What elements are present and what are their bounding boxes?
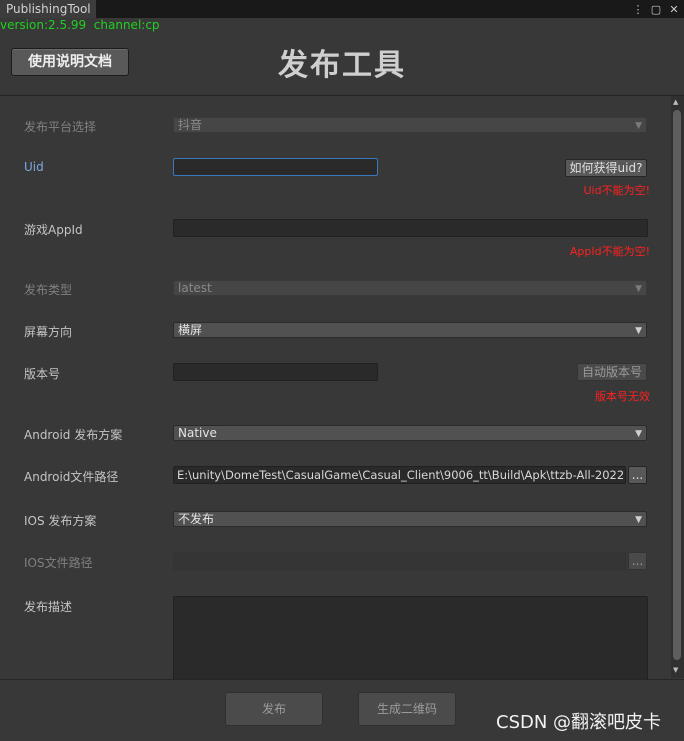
watermark: CSDN @翻滚吧皮卡 (496, 712, 662, 733)
appid-error: AppId不能为空! (569, 245, 650, 258)
appid-input[interactable] (173, 219, 648, 237)
scrollbar-thumb[interactable] (673, 110, 681, 660)
ios-path-label: IOS文件路径 (24, 556, 93, 570)
ios-plan-dropdown[interactable]: 不发布 ▼ (173, 511, 647, 527)
android-plan-dropdown[interactable]: Native ▼ (173, 425, 647, 441)
header-divider (0, 95, 684, 96)
qrcode-button[interactable]: 生成二维码 (358, 692, 456, 726)
description-textarea[interactable] (173, 596, 648, 686)
page-title: 发布工具 (278, 48, 406, 83)
orientation-dropdown[interactable]: 横屏 ▼ (173, 322, 647, 338)
uid-input[interactable] (173, 158, 378, 176)
orientation-label: 屏幕方向 (24, 325, 73, 339)
ios-plan-value: 不发布 (178, 512, 215, 526)
android-path-browse-button[interactable]: ... (628, 466, 647, 484)
close-icon[interactable]: ✕ (668, 3, 680, 16)
dropdown-arrow-icon: ▼ (635, 284, 642, 294)
platform-label: 发布平台选择 (24, 120, 97, 134)
how-to-get-uid-button[interactable]: 如何获得uid? (565, 159, 647, 177)
android-plan-label: Android 发布方案 (24, 428, 123, 442)
scroll-down-icon[interactable]: ▼ (673, 666, 678, 674)
version-no-label: 版本号 (24, 367, 61, 381)
appid-label: 游戏AppId (24, 223, 83, 237)
android-path-input[interactable]: E:\unity\DomeTest\CasualGame\Casual_Clie… (173, 466, 626, 484)
tab-publishing-tool[interactable]: PublishingTool (0, 0, 96, 18)
dropdown-arrow-icon: ▼ (635, 326, 642, 336)
uid-label: Uid (24, 160, 44, 174)
android-plan-value: Native (178, 426, 217, 440)
doc-button[interactable]: 使用说明文档 (11, 48, 129, 76)
version-no-input[interactable] (173, 363, 378, 381)
ios-plan-label: IOS 发布方案 (24, 514, 97, 528)
publish-button[interactable]: 发布 (225, 692, 323, 726)
uid-error: Uid不能为空! (583, 184, 651, 197)
publish-type-dropdown[interactable]: latest ▼ (173, 280, 647, 296)
auto-version-button[interactable]: 自动版本号 (577, 363, 647, 381)
orientation-value: 横屏 (178, 323, 203, 337)
publish-type-value: latest (178, 281, 212, 295)
dropdown-arrow-icon: ▼ (635, 515, 642, 525)
maximize-icon[interactable]: ▢ (650, 3, 662, 16)
scroll-up-icon[interactable]: ▲ (673, 98, 678, 106)
window-controls: ⋮ ▢ ✕ (632, 0, 680, 18)
publish-type-label: 发布类型 (24, 283, 73, 297)
ios-path-browse-button[interactable]: ... (628, 552, 647, 570)
dropdown-arrow-icon: ▼ (635, 121, 642, 131)
dropdown-arrow-icon: ▼ (635, 429, 642, 439)
platform-value: 抖音 (178, 118, 203, 132)
ios-path-input[interactable] (173, 552, 626, 570)
tab-bar: PublishingTool ⋮ ▢ ✕ (0, 0, 684, 18)
platform-dropdown[interactable]: 抖音 ▼ (173, 117, 647, 133)
version-no-error: 版本号无效 (595, 390, 650, 403)
description-label: 发布描述 (24, 600, 73, 614)
android-path-label: Android文件路径 (24, 470, 119, 484)
kebab-menu-icon[interactable]: ⋮ (632, 3, 644, 16)
version-info: version:2.5.99 channel:cp (0, 18, 160, 32)
